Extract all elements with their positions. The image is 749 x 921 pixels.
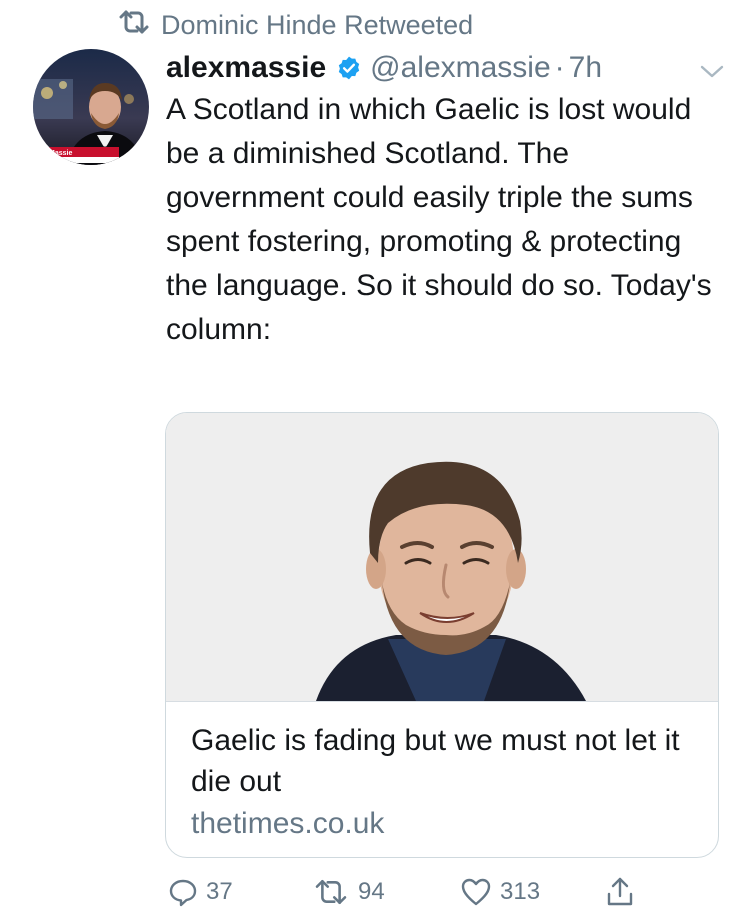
- card-domain: thetimes.co.uk: [191, 807, 385, 840]
- chevron-down-icon[interactable]: [699, 56, 725, 78]
- author-handle[interactable]: @alexmassie: [370, 51, 551, 85]
- card-image: [166, 413, 718, 701]
- heart-icon: [460, 877, 492, 907]
- card-title[interactable]: Gaelic is fading but we must not let it …: [191, 720, 693, 802]
- retweet-count: 94: [358, 878, 385, 905]
- share-button[interactable]: [605, 872, 635, 912]
- retweet-icon: [117, 9, 151, 42]
- tweet-header: alexmassie @alexmassie · 7h: [166, 50, 725, 86]
- retweet-attribution[interactable]: Dominic Hinde Retweeted: [117, 8, 473, 42]
- avatar[interactable]: Massie: [33, 49, 149, 165]
- reply-count: 37: [206, 878, 233, 905]
- separator-dot: ·: [554, 51, 565, 84]
- retweeted-by-label: Dominic Hinde Retweeted: [161, 9, 474, 40]
- reply-button[interactable]: 37: [168, 872, 233, 912]
- share-icon: [605, 876, 635, 908]
- tweet-timestamp[interactable]: 7h: [569, 51, 602, 85]
- reply-icon: [168, 877, 198, 907]
- link-card[interactable]: Gaelic is fading but we must not let it …: [165, 412, 719, 858]
- like-count: 313: [500, 878, 541, 905]
- like-button[interactable]: 313: [460, 872, 540, 912]
- author-name[interactable]: alexmassie: [166, 51, 326, 85]
- retweet-button[interactable]: 94: [312, 872, 385, 912]
- tweet-actions: 37 94 313: [168, 872, 648, 912]
- retweet-icon: [312, 878, 350, 906]
- verified-badge-icon: [336, 55, 362, 81]
- avatar-overlay-label: Massie: [49, 150, 72, 157]
- card-body: Gaelic is fading but we must not let it …: [166, 702, 718, 844]
- tweet-text: A Scotland in which Gaelic is lost would…: [166, 93, 712, 346]
